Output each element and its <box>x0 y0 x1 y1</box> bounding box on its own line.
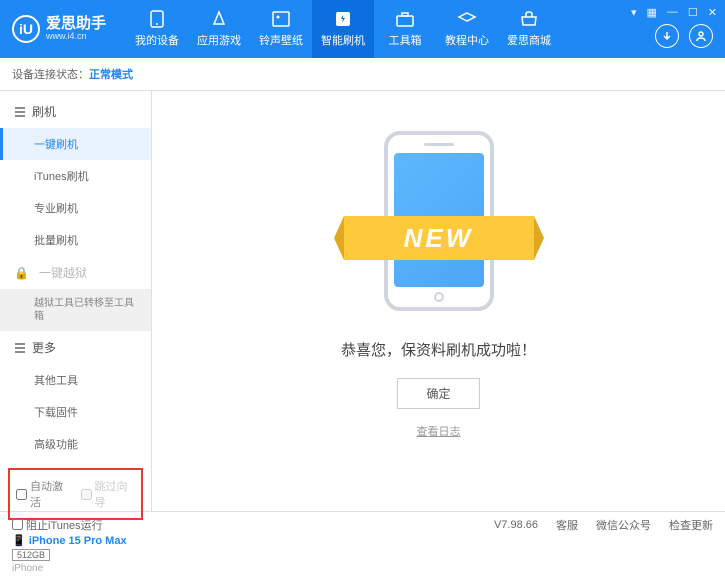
section-jailbreak: 🔒 一键越狱 <box>0 256 151 289</box>
nav-toolbox[interactable]: 工具箱 <box>374 0 436 58</box>
sidebar: 刷机 一键刷机 iTunes刷机 专业刷机 批量刷机 🔒 一键越狱 越狱工具已转… <box>0 91 152 511</box>
main-content: NEW 恭喜您，保资料刷机成功啦！ 确定 查看日志 <box>152 91 725 511</box>
flash-icon <box>333 10 353 28</box>
grad-icon <box>457 10 477 28</box>
logo-icon: iU <box>12 15 40 43</box>
update-link[interactable]: 检查更新 <box>669 517 713 533</box>
lock-icon: 🔒 <box>14 266 29 280</box>
options-box: 自动激活 跳过向导 <box>8 468 143 520</box>
support-link[interactable]: 客服 <box>556 517 578 533</box>
storage-badge: 512GB <box>12 549 50 561</box>
status-label: 设备连接状态： <box>12 69 89 81</box>
minimize-icon[interactable]: — <box>667 6 678 19</box>
sidebar-item-firmware[interactable]: 下载固件 <box>0 396 151 428</box>
nav-my-device[interactable]: 我的设备 <box>126 0 188 58</box>
skip-setup-checkbox[interactable]: 跳过向导 <box>81 478 136 510</box>
nav-ringtones[interactable]: 铃声壁纸 <box>250 0 312 58</box>
menu-icon[interactable]: ▾ <box>631 6 637 19</box>
sidebar-item-other[interactable]: 其他工具 <box>0 364 151 396</box>
app-title: 爱思助手 <box>46 16 106 33</box>
apps-icon <box>209 10 229 28</box>
new-banner: NEW <box>344 216 534 260</box>
auto-activate-checkbox[interactable]: 自动激活 <box>16 478 71 510</box>
maximize-icon[interactable]: ☐ <box>688 6 698 19</box>
close-icon[interactable]: ✕ <box>708 6 717 19</box>
top-nav: 我的设备 应用游戏 铃声壁纸 智能刷机 工具箱 教程中心 爱思商城 <box>126 0 560 58</box>
sidebar-item-pro[interactable]: 专业刷机 <box>0 192 151 224</box>
success-illustration: NEW <box>359 131 519 311</box>
sidebar-item-advanced[interactable]: 高级功能 <box>0 428 151 460</box>
device-type: iPhone <box>12 563 139 574</box>
logo: iU 爱思助手 www.i4.cn <box>12 15 106 43</box>
list-icon <box>14 106 26 118</box>
section-flash[interactable]: 刷机 <box>0 95 151 128</box>
window-controls: ▾ ▦ — ☐ ✕ <box>631 6 717 19</box>
nav-tutorials[interactable]: 教程中心 <box>436 0 498 58</box>
section-more[interactable]: 更多 <box>0 331 151 364</box>
view-log-link[interactable]: 查看日志 <box>417 423 461 439</box>
nav-flash[interactable]: 智能刷机 <box>312 0 374 58</box>
sidebar-item-oneclick[interactable]: 一键刷机 <box>0 128 151 160</box>
status-bar: 设备连接状态：正常模式 <box>0 58 725 91</box>
status-value: 正常模式 <box>89 69 133 81</box>
phone-small-icon: 📱 <box>12 535 26 547</box>
nav-apps[interactable]: 应用游戏 <box>188 0 250 58</box>
toolbox-icon <box>395 10 415 28</box>
block-itunes-checkbox[interactable]: 阻止iTunes运行 <box>12 517 103 533</box>
app-url: www.i4.cn <box>46 32 106 42</box>
download-button[interactable] <box>655 24 679 48</box>
wechat-link[interactable]: 微信公众号 <box>596 517 651 533</box>
user-button[interactable] <box>689 24 713 48</box>
store-icon <box>519 10 539 28</box>
skin-icon[interactable]: ▦ <box>647 6 657 19</box>
ok-button[interactable]: 确定 <box>397 378 479 409</box>
nav-store[interactable]: 爱思商城 <box>498 0 560 58</box>
device-info[interactable]: 📱 iPhone 15 Pro Max 512GB iPhone <box>0 528 151 580</box>
success-message: 恭喜您，保资料刷机成功啦！ <box>341 339 536 360</box>
jailbreak-note: 越狱工具已转移至工具箱 <box>0 289 151 331</box>
app-header: iU 爱思助手 www.i4.cn 我的设备 应用游戏 铃声壁纸 智能刷机 工具… <box>0 0 725 58</box>
list-icon <box>14 342 26 354</box>
image-icon <box>271 10 291 28</box>
sidebar-item-batch[interactable]: 批量刷机 <box>0 224 151 256</box>
version-label: V7.98.66 <box>494 519 538 531</box>
phone-icon <box>147 10 167 28</box>
sidebar-item-itunes[interactable]: iTunes刷机 <box>0 160 151 192</box>
